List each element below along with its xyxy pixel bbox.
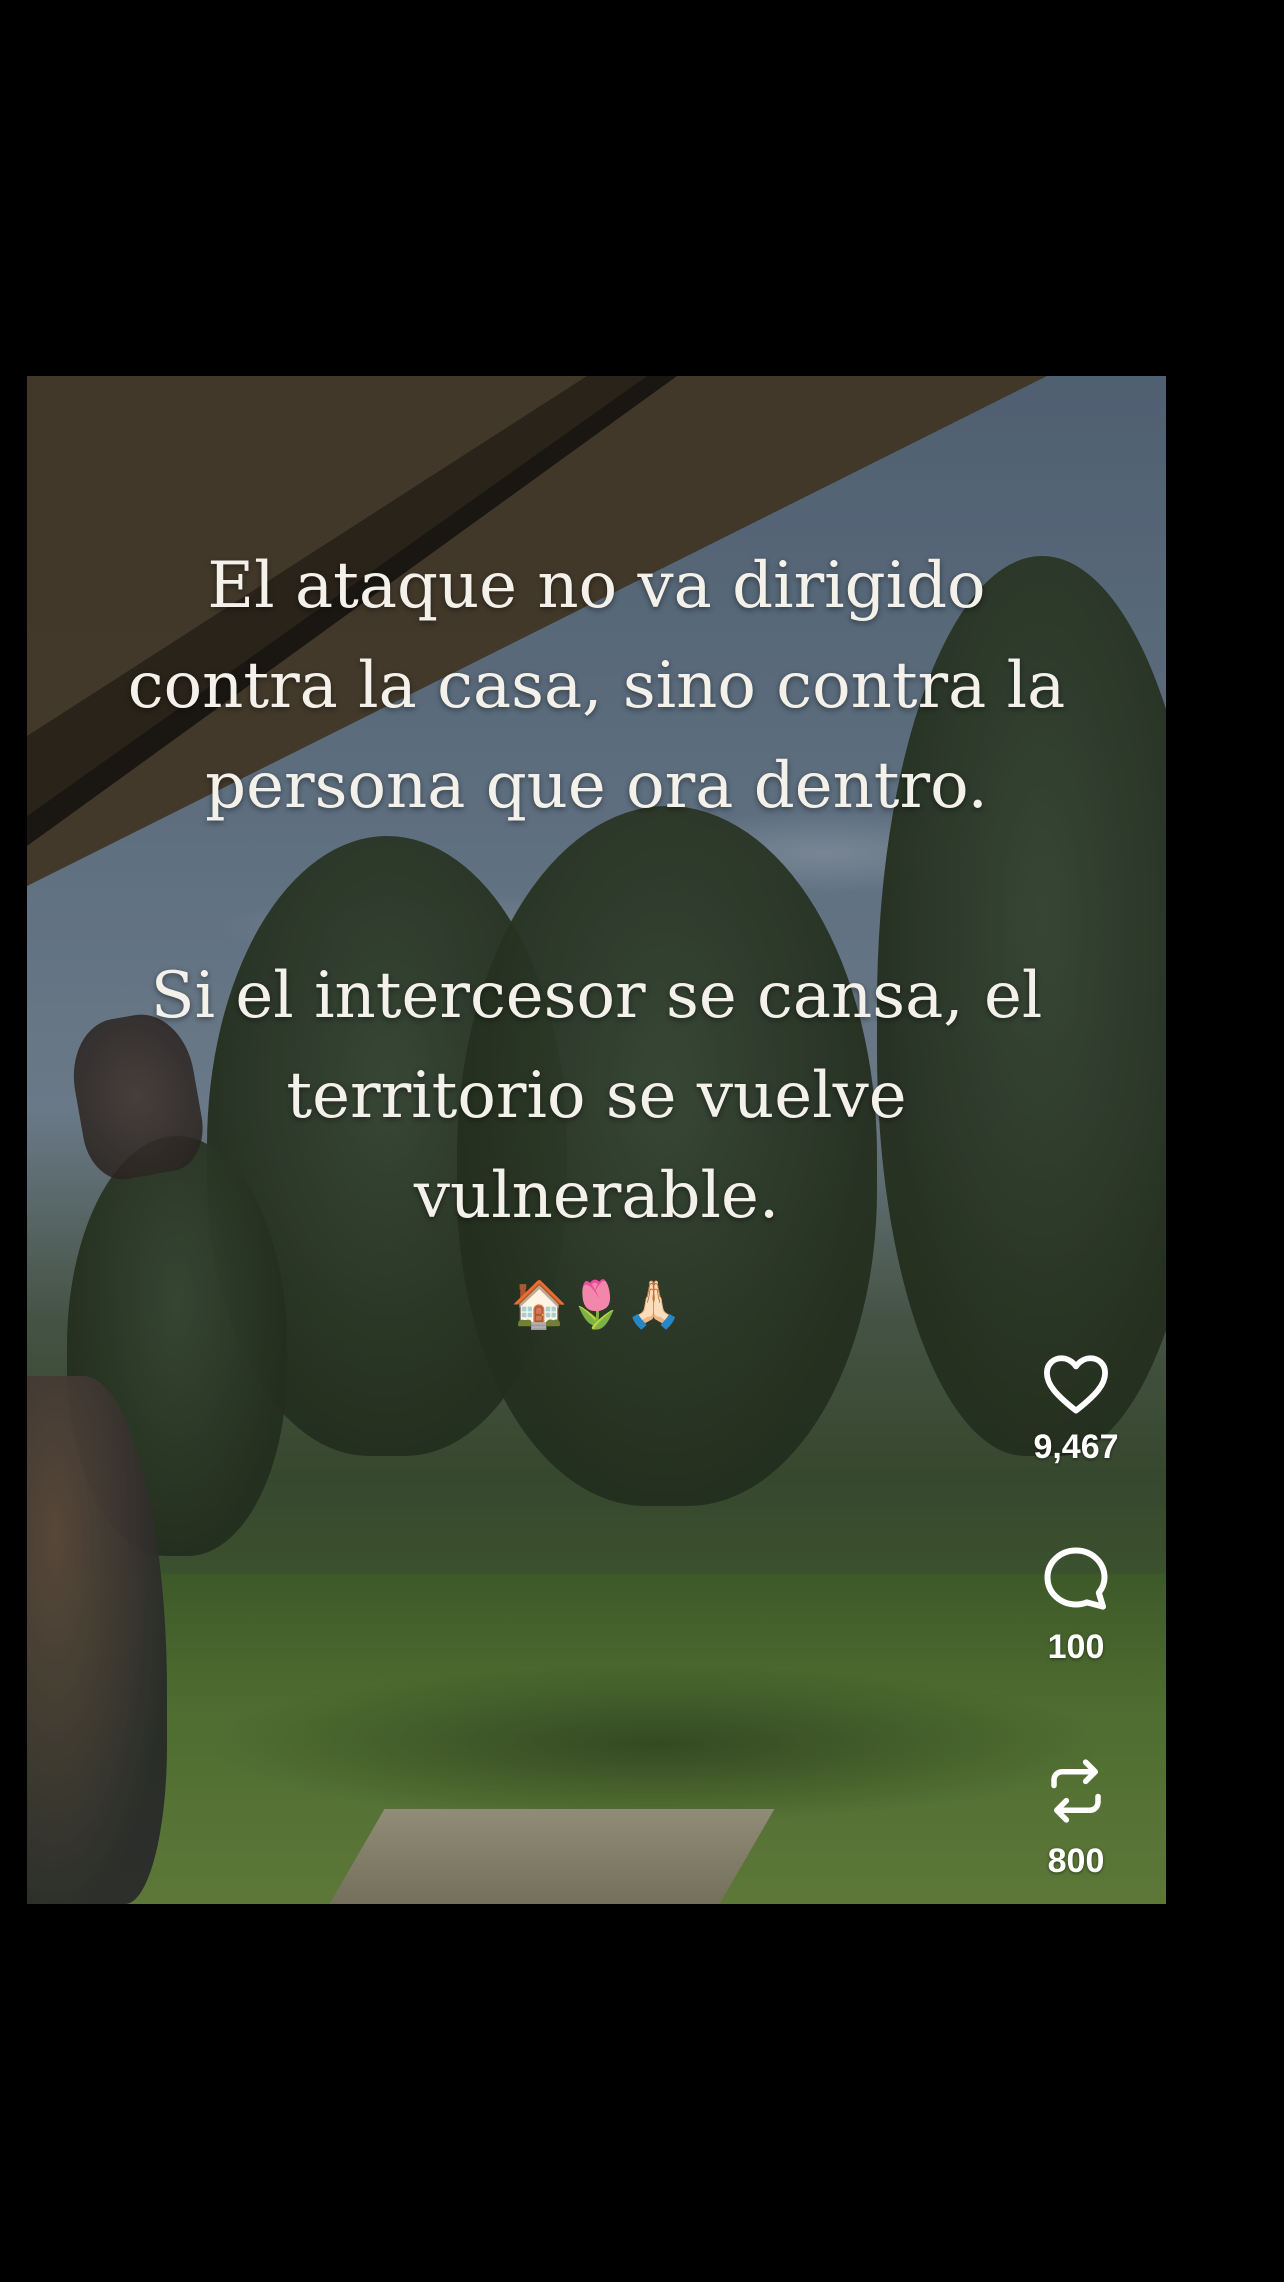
video-post[interactable]: El ataque no va dirigido contra la casa,… — [27, 376, 1166, 1904]
comment-bubble-icon — [1044, 1547, 1108, 1610]
repost-icon — [1051, 1759, 1101, 1823]
comment-button[interactable]: 100 — [986, 1543, 1166, 1753]
action-rail: 9,467 100 800 — [986, 1351, 1166, 1903]
caption-text-2: Si el intercesor se cansa, el territorio… — [150, 959, 1043, 1233]
repost-count: 800 — [1047, 1842, 1105, 1880]
caption-text-1: El ataque no va dirigido contra la casa,… — [127, 549, 1066, 823]
heart-icon — [1043, 1355, 1108, 1414]
comment-count: 100 — [1047, 1628, 1105, 1666]
caption-emojis: 🏠🌷🙏🏻 — [510, 1277, 683, 1331]
like-button[interactable]: 9,467 — [986, 1351, 1166, 1543]
like-count: 9,467 — [1033, 1428, 1119, 1466]
repost-button[interactable]: 800 — [986, 1753, 1166, 1903]
